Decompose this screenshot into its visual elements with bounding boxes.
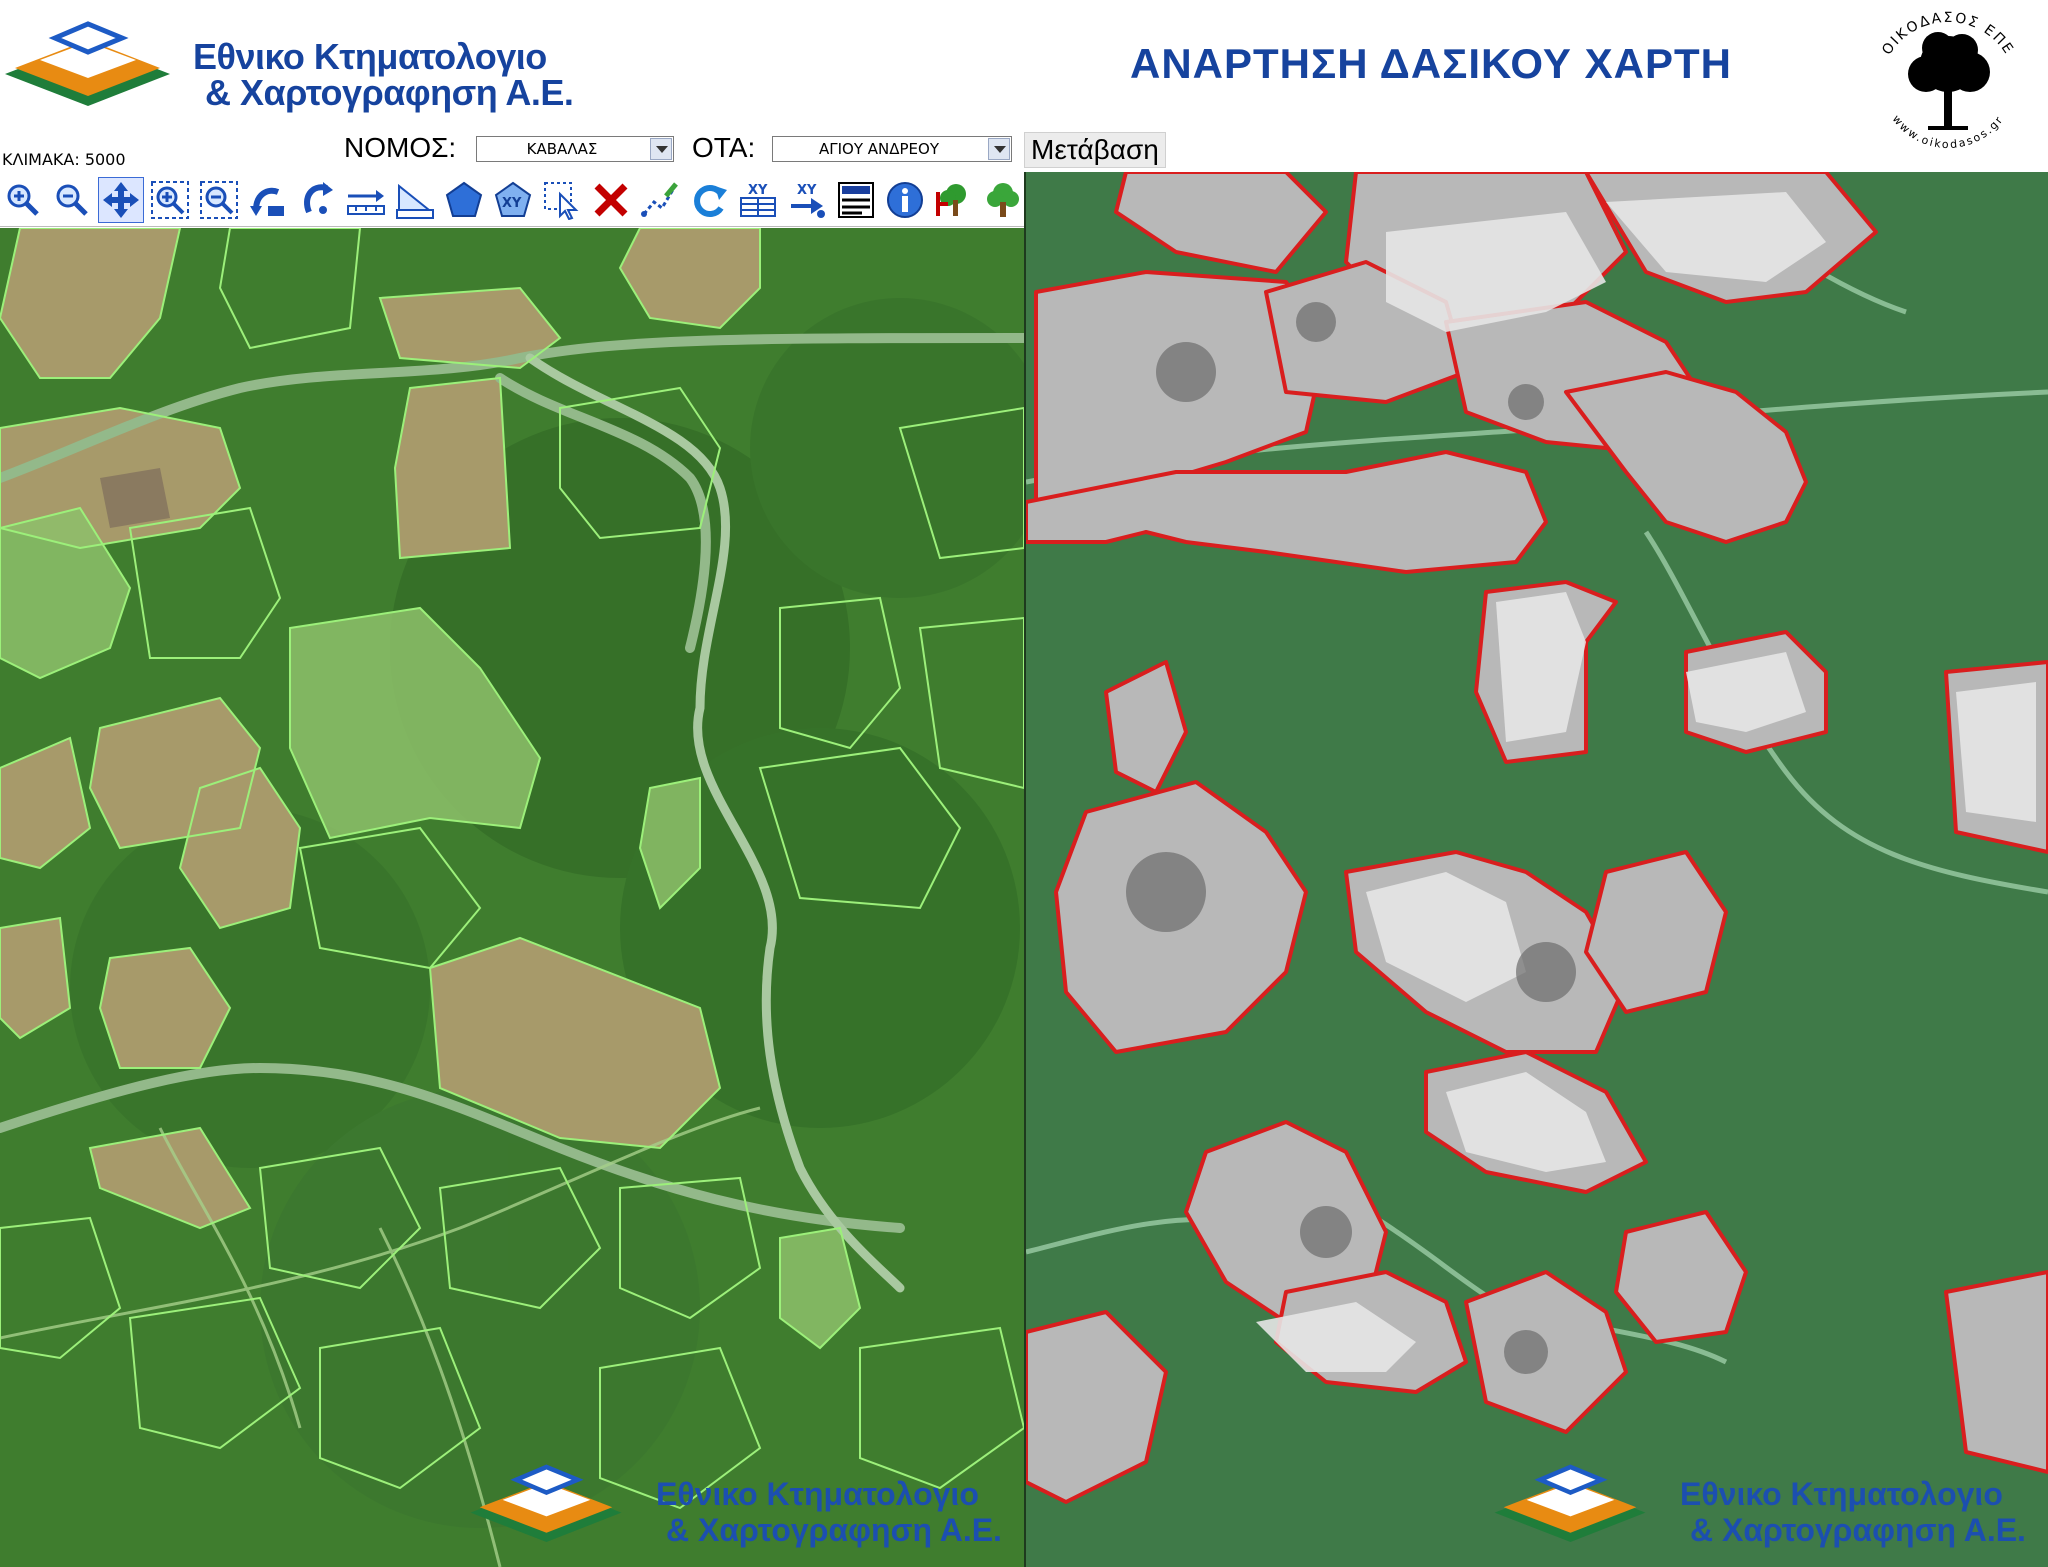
zoom-in-icon[interactable] xyxy=(0,177,46,223)
watermark-logo xyxy=(1494,1464,1646,1542)
watermark-line2: & Χαρτογραφηση Α.Ε. xyxy=(666,1512,1002,1548)
measure-area-icon[interactable] xyxy=(392,177,438,223)
xy-goto-icon[interactable]: XY xyxy=(784,177,830,223)
map-watermark-left: Εθνικο Κτηματολογιο & Χαρτογραφηση Α.Ε. xyxy=(466,1454,1024,1564)
zoom-box-in-icon[interactable] xyxy=(147,177,193,223)
svg-text:XY: XY xyxy=(748,183,768,198)
watermark-line1: Εθνικο Κτηματολογιο xyxy=(656,1476,979,1512)
next-view-icon[interactable] xyxy=(294,177,340,223)
ktimatologio-logo xyxy=(5,21,170,106)
page-title: ΑΝΑΡΤΗΣΗ ΔΑΣΙΚΟΥ ΧΑΡΤΗ xyxy=(1130,40,1732,87)
info-icon[interactable] xyxy=(882,177,928,223)
xy-table-icon[interactable]: XY xyxy=(735,177,781,223)
scale-label: ΚΛΙΜΑΚΑ: 5000 xyxy=(2,150,126,169)
chevron-down-icon[interactable] xyxy=(988,138,1010,160)
orthophoto-map[interactable]: Εθνικο Κτηματολογιο & Χαρτογραφηση Α.Ε. xyxy=(0,228,1024,1567)
watermark-line2: & Χαρτογραφηση Α.Ε. xyxy=(1690,1512,2026,1548)
ota-select[interactable]: ΑΓΙΟΥ ΑΝΔΡΕΟΥ xyxy=(772,136,1012,162)
nomos-select[interactable]: ΚΑΒΑΛΑΣ xyxy=(476,136,674,162)
tree-icon xyxy=(1908,32,1990,130)
oikodasos-logo: ΟΙΚΟΔΑΣΟΣ ΕΠΕ www.oikodasos.gr xyxy=(1879,10,2015,151)
chevron-down-icon[interactable] xyxy=(650,138,672,160)
nomos-select-value: ΚΑΒΑΛΑΣ xyxy=(526,140,598,158)
go-button[interactable]: Μετάβαση xyxy=(1024,132,1166,168)
ota-select-value: ΑΓΙΟΥ ΑΝΔΡΕΟΥ xyxy=(818,140,939,158)
xy-locate-icon[interactable]: XY xyxy=(490,177,536,223)
polygon-icon[interactable] xyxy=(441,177,487,223)
svg-text:XY: XY xyxy=(502,196,522,211)
edit-icon[interactable] xyxy=(637,177,683,223)
orthophoto-map-canvas[interactable] xyxy=(0,228,1024,1567)
zoom-box-out-icon[interactable] xyxy=(196,177,242,223)
svg-text:XY: XY xyxy=(797,183,817,198)
pan-icon[interactable] xyxy=(98,177,144,223)
map-watermark-right: Εθνικο Κτηματολογιο & Χαρτογραφηση Α.Ε. xyxy=(1490,1454,2048,1564)
header: Εθνικο Κτηματολογιο & Χαρτογραφηση Α.Ε. … xyxy=(0,0,2048,172)
forest-map-icon[interactable] xyxy=(931,177,977,223)
tree-icon[interactable] xyxy=(980,177,1026,223)
nomos-label: ΝΟΜΟΣ: xyxy=(344,132,457,163)
legend-icon[interactable] xyxy=(833,177,879,223)
select-icon[interactable] xyxy=(539,177,585,223)
previous-view-icon[interactable] xyxy=(245,177,291,223)
org-name-line2: & Χαρτογραφηση Α.Ε. xyxy=(205,72,574,113)
watermark-line1: Εθνικο Κτηματολογιο xyxy=(1680,1476,2003,1512)
watermark-logo xyxy=(470,1464,622,1542)
forest-map[interactable]: Εθνικο Κτηματολογιο & Χαρτογραφηση Α.Ε. xyxy=(1026,172,2048,1567)
measure-distance-icon[interactable] xyxy=(343,177,389,223)
zoom-out-icon[interactable] xyxy=(49,177,95,223)
forest-map-canvas[interactable] xyxy=(1026,172,2048,1567)
ota-label: ΟΤΑ: xyxy=(692,132,756,163)
clear-icon[interactable] xyxy=(588,177,634,223)
map-toolbar: XY XY XY xyxy=(0,174,1088,227)
refresh-icon[interactable] xyxy=(686,177,732,223)
